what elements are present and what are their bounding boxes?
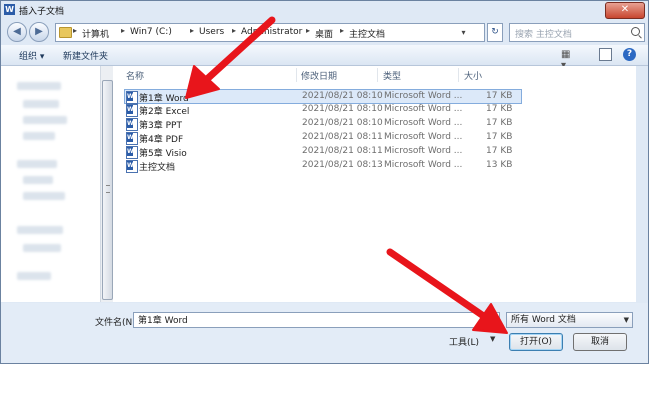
file-row[interactable]: 第5章 Visio 2021/08/21 08:11 Microsoft Wor… [125,145,521,159]
file-name: 第2章 Excel [139,107,190,117]
file-modified: 2021/08/21 08:10 [302,118,383,128]
blurred-nav-item [23,132,55,140]
help-icon[interactable]: ? [623,48,636,61]
window-title: 插入子文档 [19,7,65,17]
chevron-down-icon[interactable]: ▼ [488,313,499,327]
file-size: 17 KB [486,132,513,142]
refresh-button[interactable]: ↻ [487,23,503,42]
tools-menu-button[interactable]: 工具(L) [449,335,479,348]
blurred-nav-item [17,82,61,90]
blurred-nav-item [17,272,51,280]
column-header-size[interactable]: 大小 [464,69,482,82]
file-row[interactable]: 第4章 PDF 2021/08/21 08:11 Microsoft Word … [125,131,521,145]
file-size: 17 KB [486,91,513,101]
organize-menu[interactable]: 组织 ▾ [19,49,44,62]
blurred-nav-item [23,244,61,252]
word-document-icon [126,146,138,159]
word-document-icon [126,132,138,145]
file-name: 第4章 PDF [139,135,184,145]
file-type: Microsoft Word ... [384,104,463,114]
breadcrumb-separator: ▸ [306,26,311,35]
file-row[interactable]: 第2章 Excel 2021/08/21 08:10 Microsoft Wor… [125,103,521,117]
search-placeholder: 搜索 主控文档 [515,30,572,40]
breadcrumb-users[interactable]: Users [199,27,224,37]
blurred-nav-item [23,176,53,184]
breadcrumb-computer[interactable]: 计算机 [82,27,109,40]
column-header-modified[interactable]: 修改日期 [301,69,337,82]
file-type-value: 所有 Word 文档 [511,315,576,325]
file-row[interactable]: 主控文档 2021/08/21 08:13 Microsoft Word ...… [125,159,521,173]
scrollbar-grip [106,185,110,193]
view-options-icon[interactable]: ▦ ▾ [561,49,572,71]
word-document-icon [126,118,138,131]
breadcrumb-separator: ▸ [190,26,195,35]
breadcrumb-separator: ▸ [340,26,345,35]
blurred-nav-item [23,192,65,200]
folder-icon [59,27,72,38]
word-document-icon [126,160,138,173]
file-type: Microsoft Word ... [384,118,463,128]
navigation-bar: ◀ ▶ ▸ 计算机 ▸ Win7 (C:) ▸ Users ▸ Administ… [1,19,648,45]
file-type: Microsoft Word ... [384,160,463,170]
navigation-scrollbar[interactable] [100,66,113,302]
column-divider[interactable] [458,68,459,82]
file-type: Microsoft Word ... [384,146,463,156]
search-input[interactable]: 搜索 主控文档 [509,23,645,42]
column-header-name[interactable]: 名称 [126,69,144,82]
blurred-nav-item [23,116,67,124]
file-type: Microsoft Word ... [384,132,463,142]
new-folder-button[interactable]: 新建文件夹 [63,49,108,62]
file-name: 第3章 PPT [139,121,182,131]
filename-input[interactable]: 第1章 Word [133,312,500,328]
file-size: 17 KB [486,146,513,156]
cancel-button[interactable]: 取消 [573,333,627,351]
forward-button[interactable]: ▶ [29,22,49,42]
scrollbar-thumb[interactable] [102,80,113,300]
file-type: Microsoft Word ... [384,91,463,101]
chevron-down-icon[interactable]: ▾ [457,24,470,41]
back-button[interactable]: ◀ [7,22,27,42]
navigation-pane[interactable] [1,66,100,302]
file-modified: 2021/08/21 08:11 [302,132,383,142]
blurred-nav-item [17,226,63,234]
open-button[interactable]: 打开(O) [509,333,563,351]
column-header-type[interactable]: 类型 [383,69,401,82]
file-size: 17 KB [486,104,513,114]
breadcrumb-desktop[interactable]: 桌面 [315,27,333,40]
dialog-footer: 文件名(N): 第1章 Word ▼ 所有 Word 文档 ▼ 工具(L) ▼ … [1,303,648,363]
chevron-down-icon[interactable]: ▼ [490,335,495,343]
file-row[interactable]: 第3章 PPT 2021/08/21 08:10 Microsoft Word … [125,117,521,131]
preview-pane-icon[interactable] [599,48,612,61]
column-divider[interactable] [377,68,378,82]
chevron-down-icon: ▼ [623,316,629,324]
breadcrumb-separator: ▸ [73,26,78,35]
file-list[interactable]: 名称 修改日期 类型 大小 第1章 Word 2021/08/21 08:10 … [113,66,636,302]
close-button[interactable]: ✕ [605,2,645,19]
file-type-select[interactable]: 所有 Word 文档 ▼ [506,312,633,328]
breadcrumb-drive[interactable]: Win7 (C:) [130,27,172,37]
title-bar: W 插入子文档 ✕ [1,1,648,19]
file-modified: 2021/08/21 08:13 [302,160,383,170]
blurred-nav-item [23,100,59,108]
file-modified: 2021/08/21 08:11 [302,146,383,156]
breadcrumb-separator: ▸ [232,26,237,35]
word-document-icon [126,104,138,117]
column-divider[interactable] [296,68,297,82]
blurred-nav-item [17,160,57,168]
word-app-icon: W [4,4,15,15]
file-size: 13 KB [486,160,513,170]
breadcrumb-administrator[interactable]: Administrator [241,27,302,37]
search-icon [631,27,640,36]
file-name: 主控文档 [139,163,176,173]
file-modified: 2021/08/21 08:10 [302,104,383,114]
file-row-selected[interactable]: 第1章 Word 2021/08/21 08:10 Microsoft Word… [124,89,522,104]
file-modified: 2021/08/21 08:10 [302,91,383,101]
address-bar[interactable]: ▸ 计算机 ▸ Win7 (C:) ▸ Users ▸ Administrato… [55,23,485,42]
breadcrumb-separator: ▸ [121,26,126,35]
file-size: 17 KB [486,118,513,128]
breadcrumb-master-doc[interactable]: 主控文档 [349,27,385,40]
open-file-dialog: W 插入子文档 ✕ ◀ ▶ ▸ 计算机 ▸ Win7 (C:) ▸ Users … [0,0,649,364]
file-name: 第5章 Visio [139,149,187,159]
command-toolbar: 组织 ▾ 新建文件夹 ▦ ▾ ? [1,45,648,71]
